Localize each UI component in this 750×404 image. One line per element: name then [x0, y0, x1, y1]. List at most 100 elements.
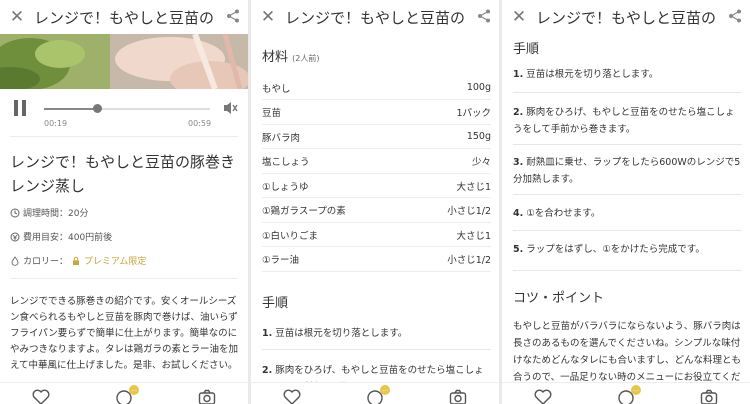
ingredient-row: ①ラー油 小さじ1/2	[262, 248, 491, 272]
page-title: レンジで！もやしと豆苗の	[34, 8, 215, 27]
ingredient-name: ①ラー油	[262, 255, 300, 266]
top-bar: ✕ レンジで！もやしと豆苗の	[502, 0, 750, 34]
step-item: 5. ラップをはずし、①をかけたら完成です。	[513, 241, 742, 258]
divider	[513, 92, 742, 93]
flame-icon	[11, 255, 19, 266]
ingredient-amount: 小さじ1/2	[447, 255, 491, 266]
share-icon[interactable]	[720, 8, 750, 27]
clock-icon	[10, 208, 20, 217]
camera-icon[interactable]	[198, 389, 216, 404]
share-icon[interactable]	[218, 8, 248, 27]
ingredient-row: 豚バラ肉 150g	[262, 125, 491, 149]
ingredient-amount: 100g	[466, 82, 491, 93]
step-text: ラップをはずし、①をかけたら完成です。	[526, 244, 705, 255]
ingredient-name: ①しょうゆ	[262, 181, 309, 193]
heart-icon[interactable]	[534, 389, 552, 404]
ingredient-amount: 1パック	[456, 108, 491, 119]
video-player-controls: 00:19 00:59	[0, 89, 248, 135]
seek-progress	[44, 108, 98, 110]
ingredients-screen: ✕ レンジで！もやしと豆苗の 材料 (2人前) もやし 100g 豆苗 1パック豚バラ…	[251, 0, 499, 404]
current-time: 00:19	[44, 119, 68, 128]
steps-heading: 手順	[513, 42, 540, 57]
page-title: レンジで！もやしと豆苗の	[536, 8, 717, 27]
bottom-action-bar: ...	[251, 382, 499, 404]
step-number: 1.	[513, 69, 524, 80]
step-number: 2.	[262, 365, 273, 376]
step-item: 1. 豆苗は根元を切り落とします。	[513, 66, 742, 83]
pause-button[interactable]	[14, 100, 26, 116]
page-title: レンジで！もやしと豆苗の	[285, 8, 466, 27]
close-icon[interactable]: ✕	[251, 7, 285, 27]
step-number: 3.	[513, 157, 524, 168]
close-icon[interactable]: ✕	[502, 7, 536, 27]
ingredients-heading-text: 材料	[262, 50, 289, 65]
divider	[513, 270, 742, 271]
comment-badge: ...	[380, 385, 390, 395]
ingredient-amount: 小さじ1/2	[447, 206, 491, 217]
yen-icon	[10, 232, 20, 241]
comment-badge: ...	[129, 385, 139, 395]
step-text: 耐熱皿に乗せ、ラップをしたら600Wのレンジで5分加熱します。	[513, 157, 741, 185]
step-item: 2. 豚肉をひろげ、もやしと豆苗をのせたら塩こしょうをして手前から巻きます。	[513, 104, 742, 138]
step-text: 豚肉をひろげ、もやしと豆苗をのせたら塩こしょうをして手前から巻きます。	[513, 107, 735, 135]
lock-icon	[73, 256, 80, 265]
ingredient-amount: 大さじ1	[456, 181, 491, 193]
camera-icon[interactable]	[700, 389, 718, 404]
divider	[513, 230, 742, 231]
bottom-action-bar: ...	[502, 382, 750, 404]
ingredient-name: 豚バラ肉	[262, 132, 301, 144]
calorie: カロリー： プレミアム限定	[10, 254, 146, 267]
divider	[262, 349, 491, 350]
comment-badge: ...	[631, 385, 641, 395]
total-time: 00:59	[188, 119, 212, 128]
ingredient-name: もやし	[262, 83, 291, 95]
cook-time: 調理時間：20分	[10, 206, 88, 219]
premium-only-label[interactable]: プレミアム限定	[84, 254, 146, 267]
seek-handle[interactable]	[93, 104, 103, 113]
ingredient-name: 塩こしょう	[262, 157, 310, 168]
seek-bar[interactable]	[44, 104, 210, 113]
ingredient-amount: 大さじ1	[456, 230, 491, 242]
divider	[10, 136, 238, 137]
bottom-action-bar: ...	[0, 382, 248, 404]
share-icon[interactable]	[469, 8, 499, 27]
cost: 費用目安：400円前後	[10, 230, 112, 243]
top-bar: ✕ レンジで！もやしと豆苗の	[0, 0, 248, 34]
camera-icon[interactable]	[449, 389, 467, 404]
tips-heading: コツ・ポイント	[513, 291, 605, 306]
cost-text: 費用目安：400円前後	[23, 233, 113, 243]
ingredient-row: 塩こしょう 少々	[262, 150, 491, 174]
step-item: 4. ①を合わせます。	[513, 205, 742, 222]
divider	[10, 278, 238, 279]
step-text: 豆苗は根元を切り落とします。	[526, 69, 659, 80]
top-bar: ✕ レンジで！もやしと豆苗の	[251, 0, 499, 34]
steps-heading: 手順	[262, 296, 289, 311]
ingredient-row: ①しょうゆ 大さじ1	[262, 174, 491, 198]
calorie-label: カロリー：	[23, 257, 69, 267]
heart-icon[interactable]	[32, 389, 50, 404]
step-item: 3. 耐熱皿に乗せ、ラップをしたら600Wのレンジで5分加熱します。	[513, 154, 742, 188]
steps-screen: ✕ レンジで！もやしと豆苗の 手順 1. 豆苗は根元を切り落とします。 2. 豚…	[502, 0, 750, 404]
cook-time-text: 調理時間：20分	[23, 209, 89, 219]
step-number: 5.	[513, 244, 524, 255]
ingredient-amount: 150g	[466, 131, 491, 142]
heart-icon[interactable]	[283, 389, 301, 404]
ingredient-name: 豆苗	[262, 108, 282, 119]
ingredient-name: ①鶏ガラスープの素	[262, 206, 346, 217]
close-icon[interactable]: ✕	[0, 7, 34, 27]
mute-icon[interactable]	[222, 100, 238, 116]
ingredients-heading: 材料 (2人前)	[262, 46, 320, 65]
video-frame[interactable]	[0, 34, 248, 89]
ingredient-amount: 少々	[471, 157, 491, 168]
ingredient-row: 豆苗 1パック	[262, 101, 491, 125]
servings: (2人前)	[292, 54, 320, 63]
recipe-overview-screen: ✕ レンジで！もやしと豆苗の 00:19 00:59 レンジで！もやしと豆苗の豚…	[0, 0, 248, 404]
step-text: 豆苗は根元を切り落とします。	[275, 328, 408, 339]
divider	[513, 194, 742, 195]
step-text: ①を合わせます。	[526, 208, 601, 219]
step-item: 1. 豆苗は根元を切り落とします。	[262, 325, 491, 342]
ingredient-name: ①白いりごま	[262, 230, 319, 242]
divider	[513, 144, 742, 145]
step-number: 2.	[513, 107, 524, 118]
step-number: 1.	[262, 328, 273, 339]
